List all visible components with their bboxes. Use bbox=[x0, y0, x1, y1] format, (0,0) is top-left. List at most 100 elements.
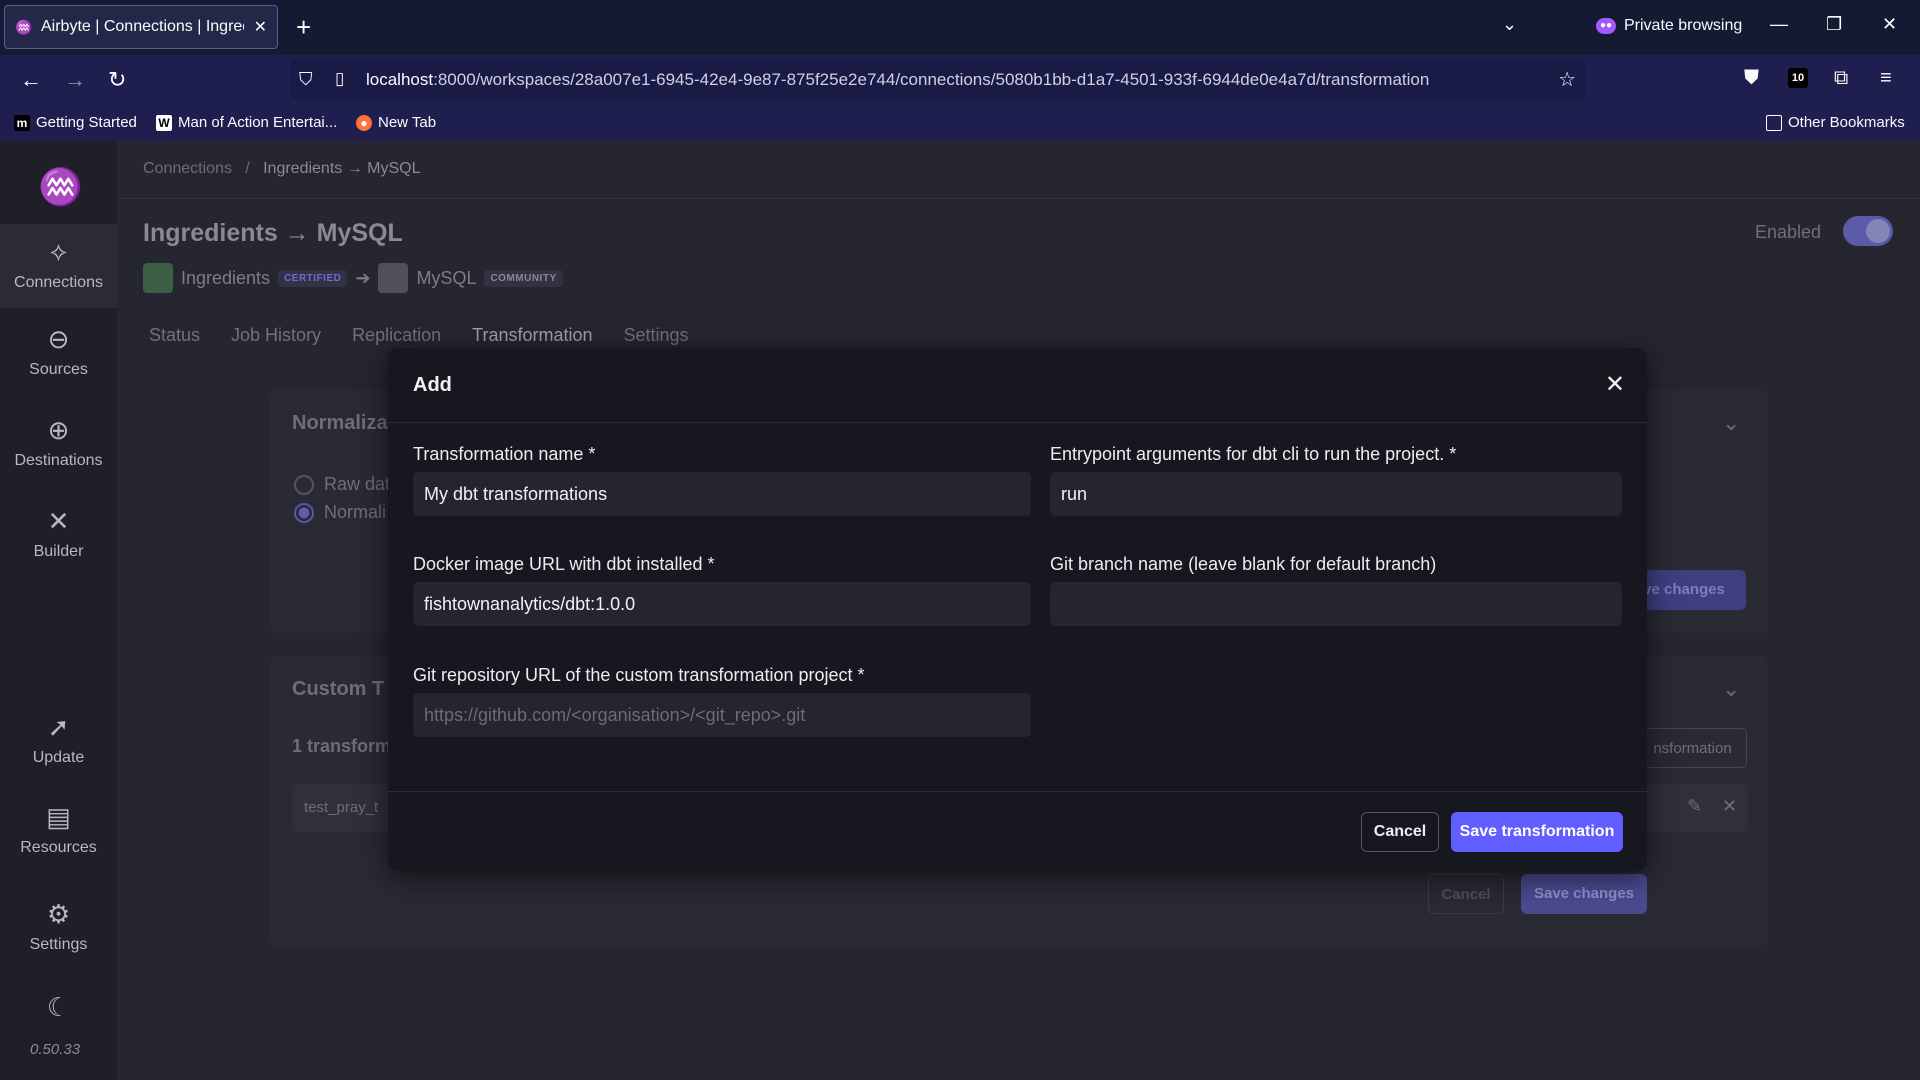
radio-circle-selected bbox=[294, 502, 314, 523]
modal-header: Add ✕ bbox=[388, 348, 1647, 423]
bookmark-label: Man of Action Entertai... bbox=[178, 114, 338, 131]
bookmark-star-icon[interactable]: ☆ bbox=[1558, 67, 1576, 92]
page-icon: ▯ bbox=[335, 69, 345, 88]
restore-icon[interactable]: ❐ bbox=[1826, 14, 1842, 35]
private-label: Private browsing bbox=[1624, 17, 1743, 34]
browser-chrome: ♒ Airbyte | Connections | Ingredie ✕ + ⌄… bbox=[0, 0, 1920, 141]
wikipedia-icon: W bbox=[156, 114, 172, 131]
url-host: localhost bbox=[366, 70, 434, 89]
tab-transformation[interactable]: Transformation bbox=[472, 325, 592, 346]
tab-job-history[interactable]: Job History bbox=[231, 325, 321, 346]
delete-icon[interactable]: ✕ bbox=[1722, 796, 1737, 817]
destination-name[interactable]: MySQL bbox=[416, 268, 476, 289]
bookmarks-bar: m Getting Started W Man of Action Entert… bbox=[0, 105, 1920, 141]
custom-transformation-title: Custom T bbox=[292, 678, 385, 700]
extensions-icon[interactable]: ⧉ bbox=[1834, 67, 1848, 90]
pocket-icon[interactable]: ⛊ bbox=[1744, 67, 1759, 90]
connection-info: Ingredients CERTIFIED ➔ MySQL COMMUNITY bbox=[143, 263, 563, 293]
getting-started-icon: m bbox=[14, 114, 30, 131]
edit-icon[interactable]: ✎ bbox=[1687, 796, 1702, 817]
save-transformation-button[interactable]: Save transformation bbox=[1451, 812, 1623, 852]
tab-status[interactable]: Status bbox=[149, 325, 200, 346]
close-window-icon[interactable]: ✕ bbox=[1882, 14, 1897, 35]
tab-replication[interactable]: Replication bbox=[352, 325, 441, 346]
browser-tab[interactable]: ♒ Airbyte | Connections | Ingredie ✕ bbox=[4, 5, 278, 49]
save-changes-button[interactable]: Save changes bbox=[1521, 874, 1647, 914]
git-repo-input[interactable]: https://github.com/<organisation>/<git_r… bbox=[413, 693, 1031, 737]
radio-circle bbox=[294, 474, 314, 495]
other-bookmarks[interactable]: Other Bookmarks bbox=[1766, 114, 1905, 131]
source-logo-icon bbox=[143, 263, 173, 293]
transformation-count: 1 transform bbox=[292, 736, 392, 756]
cancel-button[interactable]: Cancel bbox=[1428, 874, 1504, 914]
sidebar-item-builder[interactable]: ✕ Builder bbox=[0, 506, 117, 561]
reload-icon[interactable]: ↻ bbox=[108, 67, 126, 93]
firefox-icon: ● bbox=[356, 114, 372, 131]
app-version: 0.50.33 bbox=[30, 1041, 81, 1058]
add-transformation-button[interactable]: nsformation bbox=[1638, 728, 1747, 768]
extension-badge[interactable]: 10 bbox=[1788, 68, 1808, 88]
sidebar-item-update[interactable]: ➚ Update bbox=[0, 712, 117, 767]
private-browsing-indicator: ●● Private browsing bbox=[1596, 17, 1742, 35]
transformation-name-input[interactable]: My dbt transformations bbox=[413, 472, 1031, 516]
radio-normalized[interactable]: Normali bbox=[294, 502, 386, 523]
url-text[interactable]: localhost:8000/workspaces/28a007e1-6945-… bbox=[366, 70, 1429, 90]
radio-raw-data[interactable]: Raw dat bbox=[294, 474, 390, 495]
chevron-down-icon[interactable]: ⌄ bbox=[1722, 410, 1740, 436]
bookmark-new-tab[interactable]: ● New Tab bbox=[356, 114, 436, 131]
close-tab-icon[interactable]: ✕ bbox=[254, 17, 267, 37]
sidebar-item-settings[interactable]: ⚙ Settings bbox=[0, 899, 117, 954]
connection-tabs: Status Job History Replication Transform… bbox=[149, 325, 689, 346]
arrow-icon: ➔ bbox=[355, 267, 371, 288]
sidebar-item-resources[interactable]: ▤ Resources bbox=[0, 802, 117, 857]
side-navigation: ♒ ⟡ Connections ⊖ Sources ⊕ Destinations… bbox=[0, 141, 117, 1080]
docker-image-input[interactable]: fishtownanalytics/dbt:1.0.0 bbox=[413, 582, 1031, 626]
address-bar[interactable]: ⛉ ▯ localhost:8000/workspaces/28a007e1-6… bbox=[291, 59, 1586, 99]
url-path: :8000/workspaces/28a007e1-6945-42e4-9e87… bbox=[433, 70, 1430, 89]
radio-label: Normali bbox=[324, 502, 387, 522]
rocket-icon: ➚ bbox=[47, 712, 70, 742]
sidebar-item-label: Resources bbox=[20, 839, 97, 856]
modal-footer-divider bbox=[388, 791, 1647, 792]
airbyte-logo-icon[interactable]: ♒ bbox=[38, 166, 83, 210]
tab-settings[interactable]: Settings bbox=[624, 325, 689, 346]
sidebar-item-connections[interactable]: ⟡ Connections bbox=[0, 224, 117, 308]
sidebar-item-destinations[interactable]: ⊕ Destinations bbox=[0, 415, 117, 470]
list-tabs-chevron-icon[interactable]: ⌄ bbox=[1502, 14, 1517, 35]
resources-icon: ▤ bbox=[46, 802, 71, 832]
sidebar-item-label: Destinations bbox=[14, 452, 103, 469]
enabled-toggle[interactable] bbox=[1843, 216, 1893, 246]
builder-icon: ✕ bbox=[47, 506, 70, 536]
theme-toggle[interactable]: ☾ bbox=[0, 992, 117, 1029]
close-icon[interactable]: ✕ bbox=[1605, 370, 1625, 399]
menu-icon[interactable]: ≡ bbox=[1880, 67, 1892, 90]
sidebar-item-label: Update bbox=[32, 749, 85, 766]
forward-icon[interactable]: → bbox=[64, 67, 86, 93]
bookmark-getting-started[interactable]: m Getting Started bbox=[14, 114, 137, 131]
airbyte-favicon-icon: ♒ bbox=[15, 19, 33, 35]
add-transformation-modal: Add ✕ Transformation name * My dbt trans… bbox=[388, 348, 1647, 871]
gear-icon: ⚙ bbox=[46, 899, 71, 929]
docker-image-label: Docker image URL with dbt installed * bbox=[413, 554, 715, 574]
minimize-icon[interactable]: — bbox=[1770, 14, 1788, 35]
cancel-button[interactable]: Cancel bbox=[1361, 812, 1439, 852]
breadcrumb: Connections / Ingredients → MySQL bbox=[143, 160, 421, 178]
certified-badge: CERTIFIED bbox=[278, 269, 348, 287]
sidebar-item-label: Settings bbox=[29, 936, 88, 953]
back-icon[interactable]: ← bbox=[20, 67, 42, 93]
breadcrumb-root[interactable]: Connections bbox=[143, 160, 232, 177]
git-branch-input[interactable] bbox=[1050, 582, 1622, 626]
new-tab-icon[interactable]: + bbox=[296, 12, 311, 43]
transformation-name-label: Transformation name * bbox=[413, 444, 596, 464]
source-name[interactable]: Ingredients bbox=[181, 268, 270, 289]
modal-title: Add bbox=[413, 374, 452, 396]
shield-icon[interactable]: ⛉ bbox=[299, 69, 313, 90]
chevron-down-icon[interactable]: ⌄ bbox=[1722, 676, 1740, 702]
sidebar-item-sources[interactable]: ⊖ Sources bbox=[0, 324, 117, 379]
sidebar-item-label: Builder bbox=[33, 543, 84, 560]
page-title: Ingredients → MySQL bbox=[143, 219, 403, 247]
bookmark-man-of-action[interactable]: W Man of Action Entertai... bbox=[156, 114, 337, 131]
breadcrumb-divider bbox=[117, 198, 1920, 199]
entrypoint-input[interactable]: run bbox=[1050, 472, 1622, 516]
community-badge: COMMUNITY bbox=[484, 269, 563, 287]
